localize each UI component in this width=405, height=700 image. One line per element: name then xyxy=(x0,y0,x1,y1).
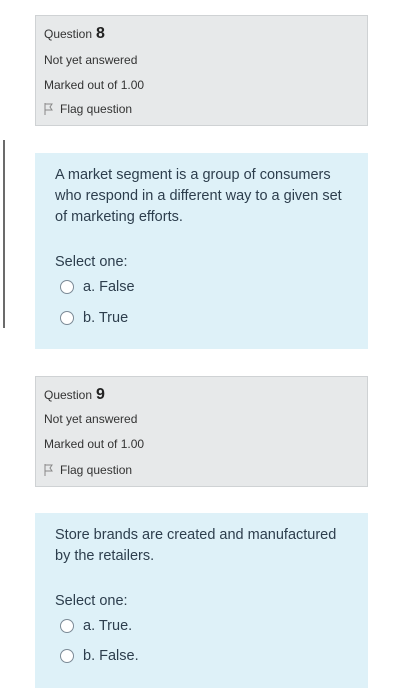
marks-info: Marked out of 1.00 xyxy=(44,78,145,92)
select-one-label: Select one: xyxy=(55,593,128,609)
question-9-content: Store brands are created and manufacture… xyxy=(35,513,368,688)
marks-info: Marked out of 1.00 xyxy=(44,437,145,451)
question-text: Store brands are created and manufacture… xyxy=(55,527,337,564)
select-one-label: Select one: xyxy=(55,254,128,270)
question-9-info: Question 9 Not yet answered Marked out of… xyxy=(35,376,368,487)
flag-question-label: Flag question xyxy=(60,102,133,116)
option-a[interactable]: a. False xyxy=(60,279,135,295)
question-number: Question 9 xyxy=(44,386,105,404)
flag-question-label: Flag question xyxy=(60,463,133,477)
option-label: a. False xyxy=(83,279,135,295)
question-number: Question 8 xyxy=(44,25,105,43)
question-number-value: 9 xyxy=(96,386,105,403)
question-number-value: 8 xyxy=(96,25,105,42)
answer-status: Not yet answered xyxy=(44,412,138,426)
question-8-content: A market segment is a group of consumers… xyxy=(35,153,368,349)
flag-question-link[interactable]: Flag question xyxy=(44,102,132,116)
option-label: b. False. xyxy=(83,648,139,664)
question-label: Question xyxy=(44,27,93,41)
option-b[interactable]: b. True xyxy=(60,310,128,326)
radio-button[interactable] xyxy=(60,280,74,294)
option-b[interactable]: b. False. xyxy=(60,648,139,664)
flag-icon xyxy=(44,464,53,476)
scroll-indicator[interactable] xyxy=(3,140,5,328)
radio-button[interactable] xyxy=(60,649,74,663)
answer-status: Not yet answered xyxy=(44,53,138,67)
option-label: a. True. xyxy=(83,618,133,634)
question-text: A market segment is a group of consumers… xyxy=(55,167,342,225)
option-a[interactable]: a. True. xyxy=(60,618,132,634)
flag-question-link[interactable]: Flag question xyxy=(44,463,132,477)
radio-button[interactable] xyxy=(60,619,74,633)
question-label: Question xyxy=(44,388,93,402)
flag-icon xyxy=(44,103,53,115)
option-label: b. True xyxy=(83,310,129,326)
radio-button[interactable] xyxy=(60,311,74,325)
question-8-info: Question 8 Not yet answered Marked out of… xyxy=(35,15,368,126)
